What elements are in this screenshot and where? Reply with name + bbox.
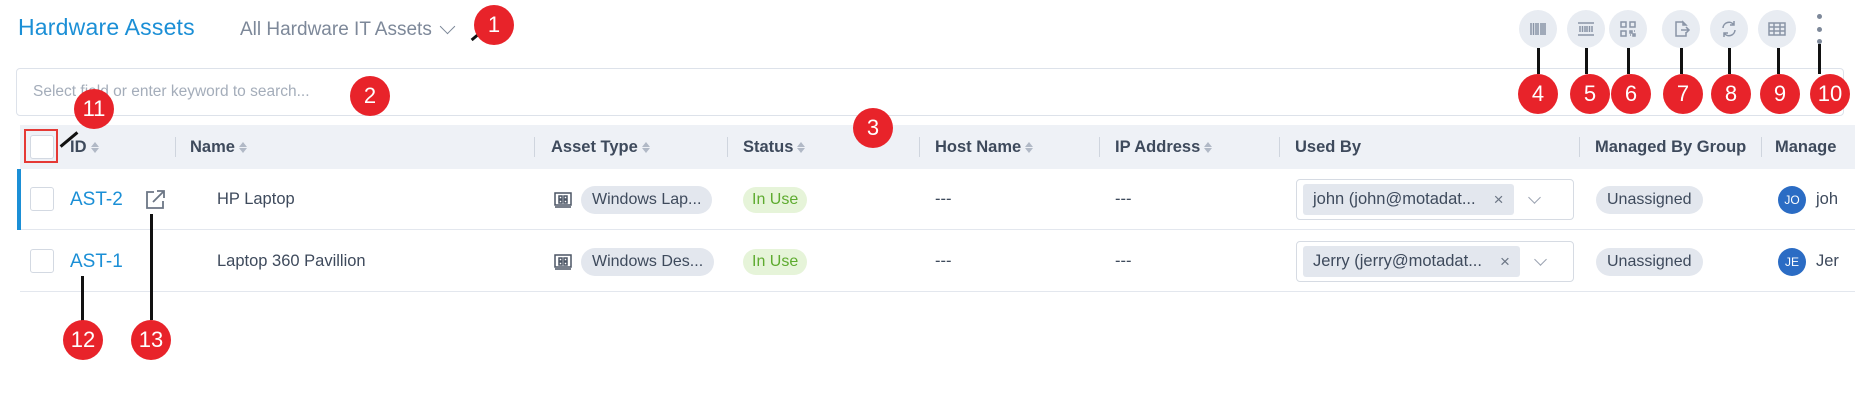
- asset-type-pill: Windows Lap...: [581, 185, 713, 214]
- callout-badge: 12: [63, 320, 103, 360]
- callout-badge: 6: [1611, 74, 1651, 114]
- view-selector-dropdown[interactable]: All Hardware IT Assets: [240, 18, 456, 41]
- page-title: Hardware Assets: [18, 14, 195, 40]
- used-by-tag: john (john@motadat... ×: [1303, 184, 1514, 215]
- refresh-icon: [1722, 21, 1736, 37]
- column-header-used-by[interactable]: Used By: [1295, 125, 1361, 169]
- callout-badge: 5: [1570, 74, 1610, 114]
- table-header: ID Name Asset Type Status Host Name IP A…: [20, 125, 1855, 169]
- sort-icon: [797, 141, 806, 153]
- column-header-managed-by-group[interactable]: Managed By Group: [1595, 125, 1746, 169]
- asset-type-pill: Windows Des...: [581, 247, 715, 276]
- select-all-highlight: [24, 129, 58, 163]
- asset-id-link[interactable]: AST-2: [70, 189, 123, 211]
- chevron-down-icon[interactable]: [1527, 190, 1541, 204]
- barcode-button[interactable]: [1519, 10, 1557, 48]
- open-in-new-tab-button[interactable]: [143, 169, 167, 230]
- sort-icon: [641, 141, 650, 153]
- table-row[interactable]: AST-2 HP Laptop Windows Lap... In Use --…: [17, 169, 1855, 230]
- status-badge: In Use: [743, 248, 808, 275]
- callout-badge: 3: [853, 108, 893, 148]
- callout-badge: 2: [350, 76, 390, 116]
- callout-badge: 4: [1518, 74, 1558, 114]
- used-by-select[interactable]: Jerry (jerry@motadat... ×: [1296, 241, 1574, 282]
- column-header-name[interactable]: Name: [190, 125, 247, 169]
- qr-code-button[interactable]: [1609, 10, 1647, 48]
- chevron-down-icon: [439, 18, 456, 34]
- barcode-icon: [1530, 23, 1546, 35]
- callout-badge: 9: [1760, 74, 1800, 114]
- more-options-button[interactable]: [1812, 14, 1826, 44]
- column-header-status[interactable]: Status: [743, 125, 806, 169]
- callout-badge: 8: [1711, 74, 1751, 114]
- asset-name: Laptop 360 Pavillion: [217, 252, 366, 270]
- column-header-manager[interactable]: Manage: [1775, 125, 1836, 169]
- status-badge: In Use: [743, 186, 808, 213]
- column-settings-button[interactable]: [1758, 10, 1796, 48]
- column-header-ip-address[interactable]: IP Address: [1115, 125, 1213, 169]
- row-checkbox[interactable]: [30, 249, 54, 273]
- external-link-icon: [146, 189, 165, 209]
- used-by-value: john (john@motadat...: [1313, 190, 1476, 208]
- chevron-down-icon[interactable]: [1534, 252, 1547, 266]
- print-barcode-button[interactable]: [1567, 10, 1605, 48]
- remove-tag-icon[interactable]: ×: [1494, 190, 1504, 210]
- vertical-dots-icon: [1816, 14, 1822, 19]
- row-checkbox[interactable]: [30, 187, 54, 211]
- managed-by-group-pill: Unassigned: [1596, 185, 1703, 214]
- sort-icon: [90, 141, 99, 153]
- avatar: JE: [1778, 247, 1806, 276]
- windows-icon: [553, 169, 573, 230]
- ip-address: ---: [1115, 190, 1132, 208]
- callout-badge: 13: [131, 320, 171, 360]
- callout-badge: 10: [1810, 74, 1850, 114]
- sort-icon: [1204, 141, 1213, 153]
- used-by-tag: Jerry (jerry@motadat... ×: [1303, 246, 1520, 277]
- barcode-list-icon: [1578, 22, 1594, 36]
- table-grid-icon: [1768, 22, 1786, 36]
- managed-by-group-pill: Unassigned: [1596, 247, 1703, 276]
- manager-name: joh: [1816, 190, 1839, 208]
- asset-id-link[interactable]: AST-1: [70, 251, 123, 273]
- sort-icon: [238, 141, 247, 153]
- refresh-button[interactable]: [1710, 10, 1748, 48]
- ip-address: ---: [1115, 252, 1132, 270]
- callout-badge: 11: [74, 89, 114, 129]
- column-header-asset-type[interactable]: Asset Type: [551, 125, 650, 169]
- asset-name: HP Laptop: [217, 190, 295, 208]
- qr-code-icon: [1620, 21, 1636, 37]
- used-by-select[interactable]: john (john@motadat... ×: [1296, 179, 1574, 220]
- manager-name: Jer: [1816, 252, 1839, 270]
- callout-badge: 7: [1663, 74, 1703, 114]
- export-icon: [1675, 20, 1691, 37]
- column-header-host-name[interactable]: Host Name: [935, 125, 1034, 169]
- view-selector-label: All Hardware IT Assets: [240, 19, 432, 40]
- callout-badge: 1: [474, 5, 514, 45]
- host-name: ---: [935, 190, 952, 208]
- sort-icon: [1025, 141, 1034, 153]
- table-row[interactable]: AST-1 Laptop 360 Pavillion Windows Des..…: [20, 231, 1855, 292]
- avatar: JO: [1778, 185, 1806, 214]
- export-button[interactable]: [1662, 10, 1700, 48]
- host-name: ---: [935, 252, 952, 270]
- used-by-value: Jerry (jerry@motadat...: [1313, 252, 1482, 270]
- remove-tag-icon[interactable]: ×: [1500, 252, 1510, 272]
- windows-icon: [553, 231, 573, 292]
